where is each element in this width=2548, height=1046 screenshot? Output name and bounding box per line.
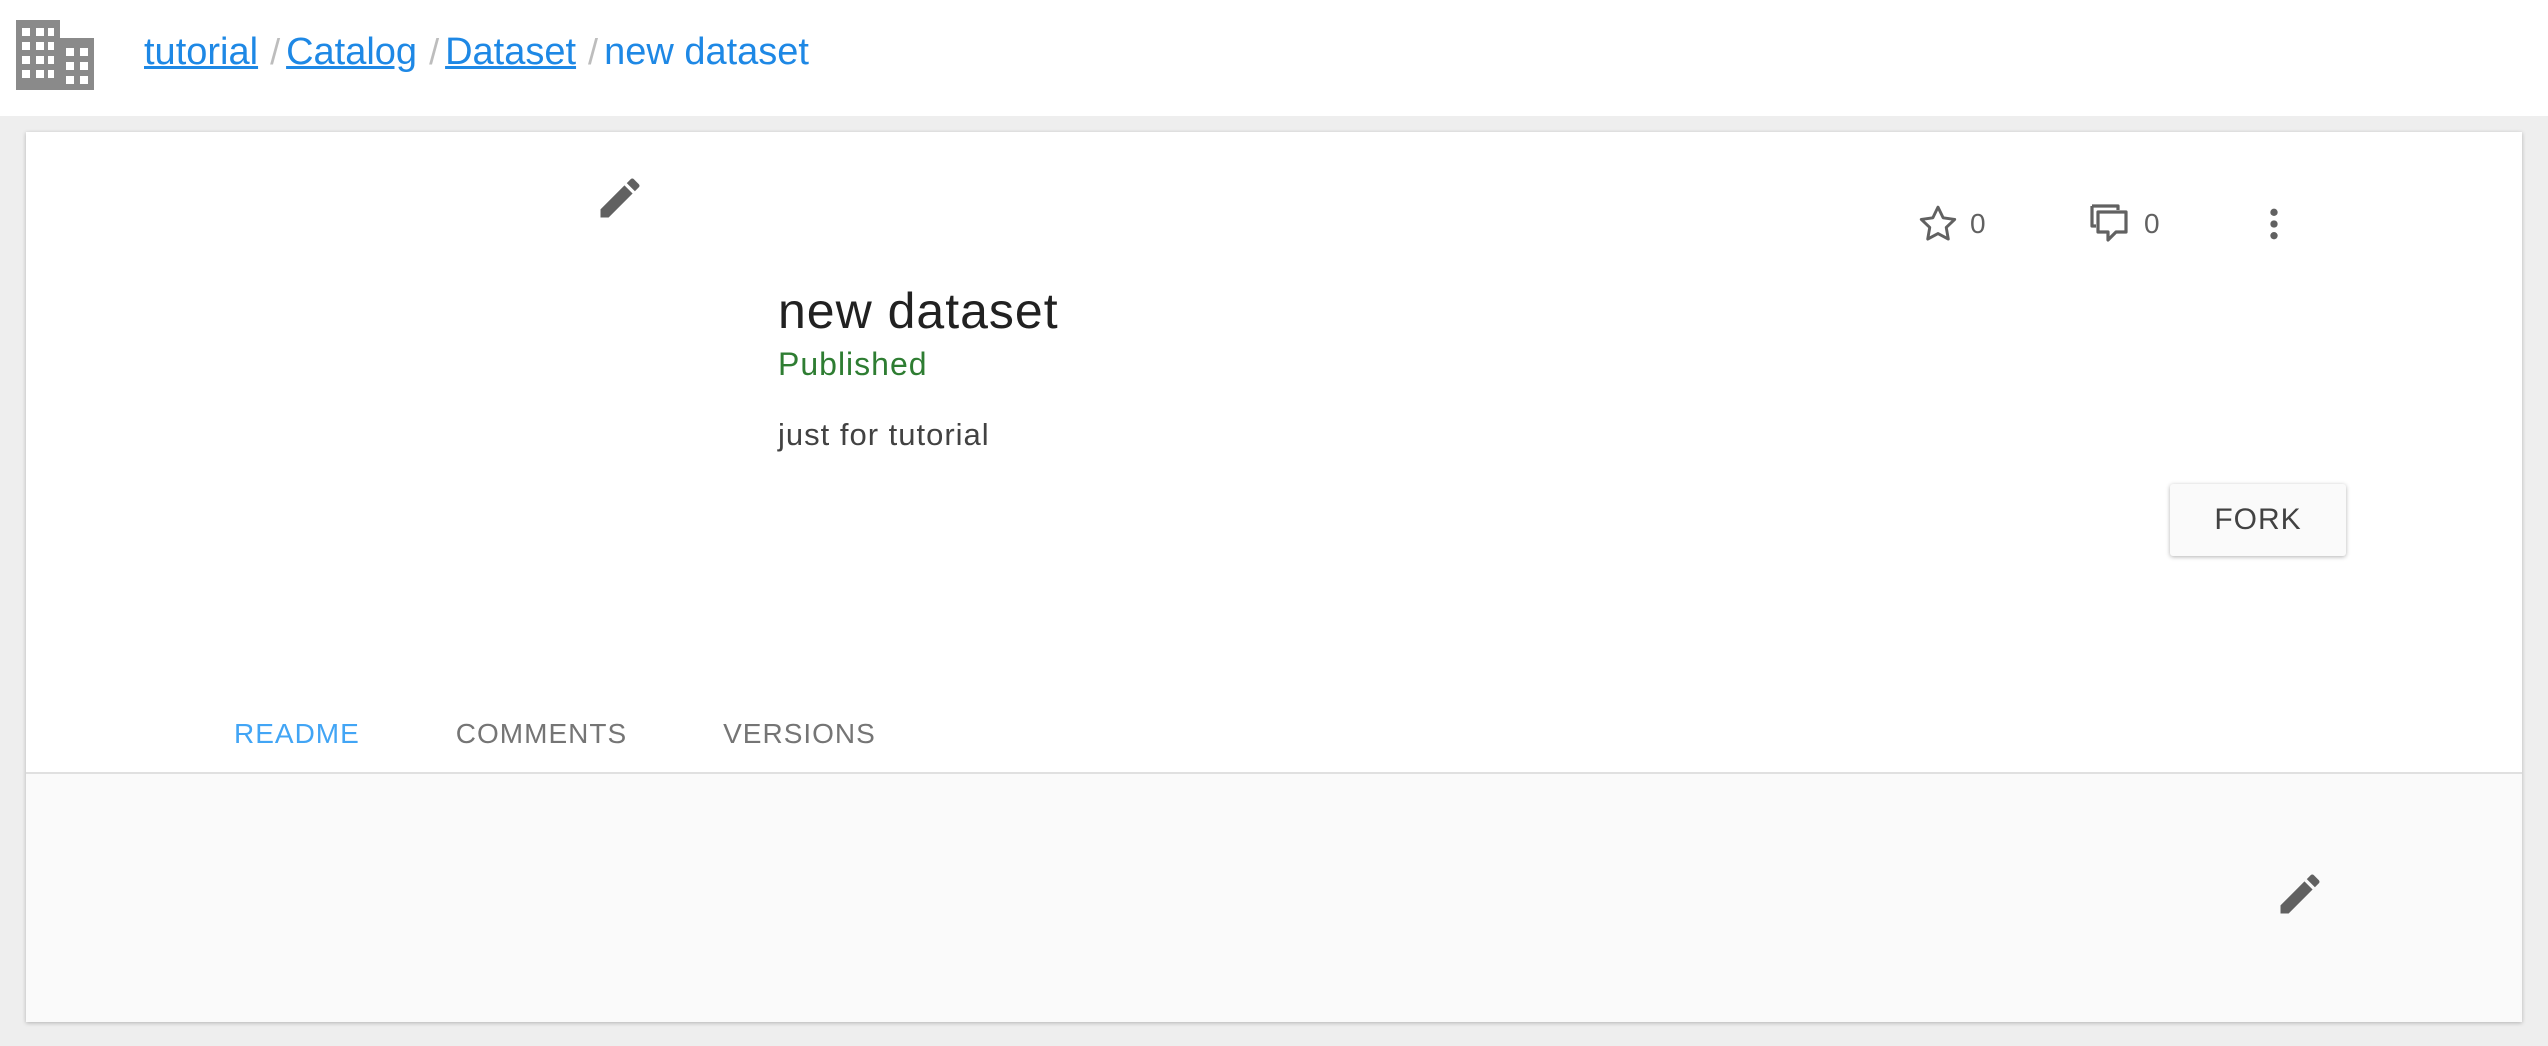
building-icon[interactable] [16,20,94,90]
dataset-header: new dataset Published just for tutorial [778,282,1059,453]
comments-button[interactable]: 0 [2086,200,2176,248]
status-badge: Published [778,346,928,382]
comments-icon [2090,204,2128,242]
more-vertical-icon [2270,208,2278,240]
breadcrumb-catalog[interactable]: Catalog [286,31,417,74]
breadcrumb-separator: / [270,31,281,72]
breadcrumb-current: new dataset [604,30,809,73]
more-options-button[interactable] [2254,202,2294,246]
star-count: 0 [1970,208,1986,239]
breadcrumb-dataset[interactable]: Dataset [445,31,576,74]
dataset-actions: 0 0 [1916,200,2294,248]
tab-versions[interactable]: VERSIONS [675,692,924,776]
dataset-title: new dataset [778,283,1059,339]
dataset-card: new dataset Published just for tutorial … [26,132,2522,1022]
tab-bar: README COMMENTS VERSIONS [186,692,924,776]
tab-comments[interactable]: COMMENTS [408,692,675,776]
dataset-description: just for tutorial [778,417,990,452]
breadcrumb-separator: / [429,31,440,72]
breadcrumb-tutorial[interactable]: tutorial [144,31,258,74]
breadcrumb-separator: / [588,31,599,72]
comment-count: 0 [2144,208,2160,239]
star-outline-icon [1919,205,1957,241]
fork-button[interactable]: FORK [2170,484,2346,556]
edit-pencil-icon[interactable] [594,172,646,224]
tab-readme[interactable]: README [186,692,408,776]
star-button[interactable]: 0 [1916,202,2006,246]
edit-readme-pencil-icon[interactable] [2274,868,2326,920]
top-bar: tutorial / Catalog / Dataset / new datas… [0,0,2548,116]
readme-panel [26,774,2522,1022]
breadcrumb: tutorial / Catalog / Dataset / new datas… [144,22,809,82]
